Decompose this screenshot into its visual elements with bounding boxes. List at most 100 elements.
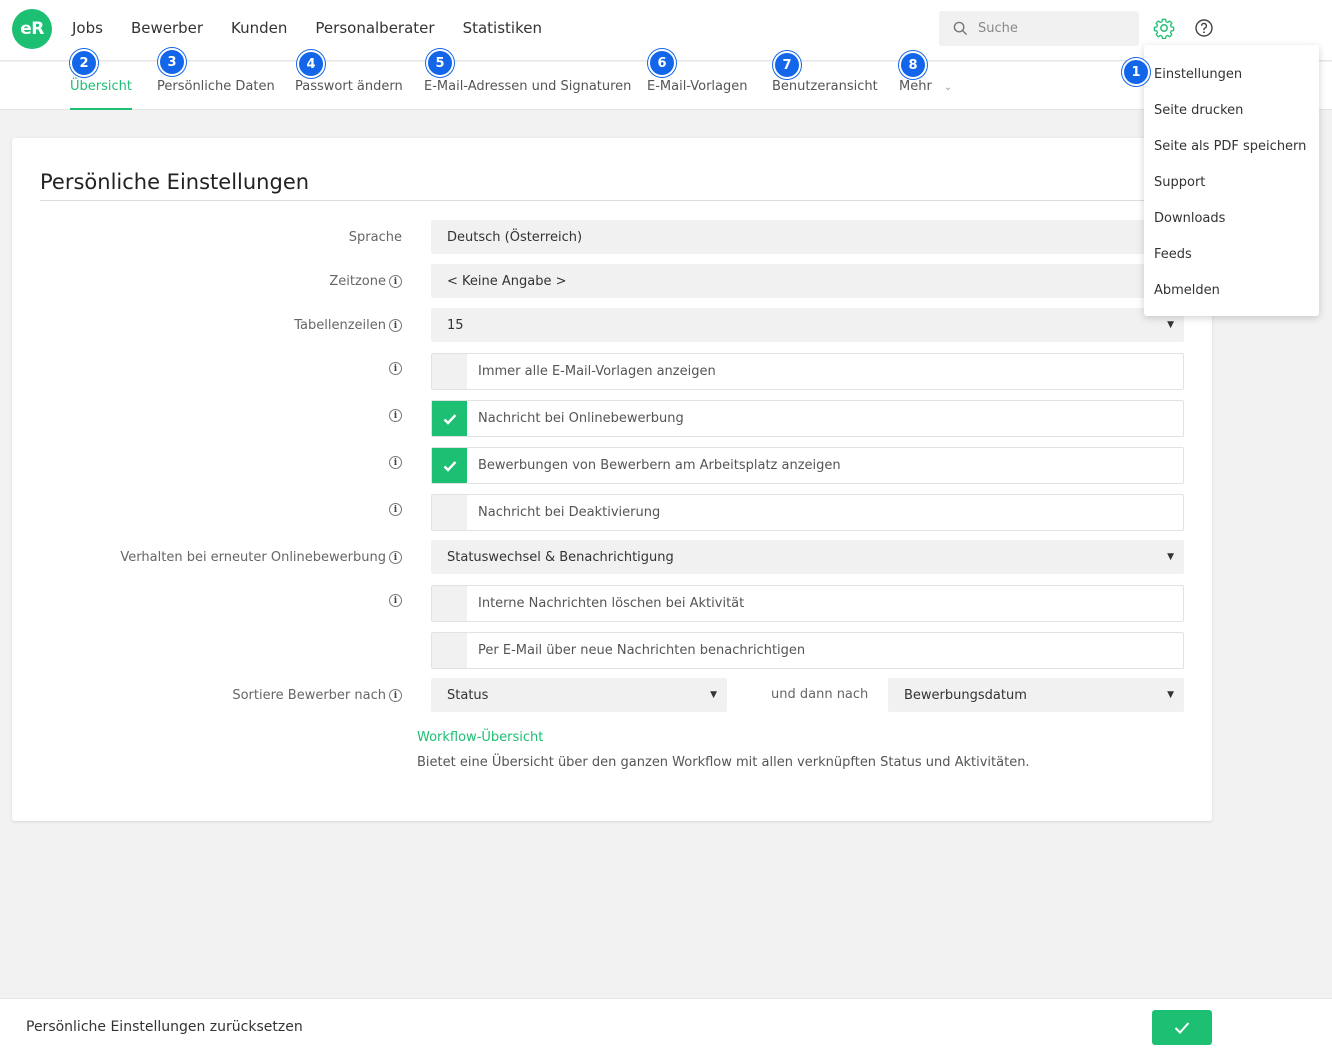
main-nav: Jobs Bewerber Kunden Personalberater Sta… <box>72 19 570 37</box>
checkbox-show-workplace-applications[interactable]: Bewerbungen von Bewerbern am Arbeitsplat… <box>431 447 1184 484</box>
tab-uebersicht[interactable]: Übersicht <box>70 79 132 110</box>
checkbox-delete-internal-messages[interactable]: Interne Nachrichten löschen bei Aktivitä… <box>431 585 1184 622</box>
checkbox[interactable] <box>432 586 467 621</box>
nav-personalberater[interactable]: Personalberater <box>315 19 434 37</box>
checkbox-online-application-message[interactable]: Nachricht bei Onlinebewerbung <box>431 400 1184 437</box>
annotation-badge: 7 <box>773 51 801 79</box>
chevron-down-icon: ⌄ <box>943 82 953 93</box>
annotation-badge: 6 <box>648 49 676 77</box>
menu-item-feeds[interactable]: Feeds <box>1154 247 1192 262</box>
language-select[interactable]: Deutsch (Österreich) <box>431 220 1184 254</box>
menu-item-downloads[interactable]: Downloads <box>1154 211 1225 226</box>
checkbox-label: Per E-Mail über neue Nachrichten benachr… <box>478 643 806 658</box>
info-row: i <box>12 592 402 609</box>
nav-jobs[interactable]: Jobs <box>72 19 103 37</box>
checkbox-email-new-messages[interactable]: Per E-Mail über neue Nachrichten benachr… <box>431 632 1184 669</box>
checkbox[interactable] <box>432 633 467 668</box>
workflow-overview-link[interactable]: Workflow-Übersicht <box>417 730 543 745</box>
language-label-text: Sprache <box>348 230 402 245</box>
annotation-badge: 8 <box>899 51 927 79</box>
checkbox[interactable] <box>432 354 467 389</box>
table-rows-label: Tabellenzeilen i <box>12 317 402 334</box>
checkbox[interactable] <box>432 495 467 530</box>
reset-settings-link[interactable]: Persönliche Einstellungen zurücksetzen <box>26 1019 303 1035</box>
tab-mehr-label: Mehr <box>899 79 932 94</box>
page-title: Persönliche Einstellungen <box>40 170 310 194</box>
tab-benutzeransicht[interactable]: Benutzeransicht <box>772 79 878 94</box>
tab-email-adressen[interactable]: E-Mail-Adressen und Signaturen <box>424 79 631 94</box>
reapply-value: Statuswechsel & Benachrichtigung <box>447 549 674 565</box>
divider <box>40 200 1184 201</box>
language-label: Sprache <box>12 229 402 246</box>
nav-kunden[interactable]: Kunden <box>231 19 287 37</box>
menu-item-einstellungen[interactable]: Einstellungen <box>1154 67 1242 82</box>
annotation-badge: 5 <box>426 49 454 77</box>
search-input[interactable]: Suche <box>939 11 1139 46</box>
tab-email-vorlagen[interactable]: E-Mail-Vorlagen <box>647 79 748 94</box>
timezone-label: Zeitzone i <box>12 273 402 290</box>
checkmark-icon <box>1174 1022 1190 1034</box>
menu-item-seite-drucken[interactable]: Seite drucken <box>1154 103 1243 118</box>
reapply-select[interactable]: Statuswechsel & Benachrichtigung ▼ <box>431 540 1184 574</box>
sort-then-label: und dann nach <box>771 687 869 702</box>
reapply-label-text: Verhalten bei erneuter Onlinebewerbung <box>120 550 386 565</box>
reapply-label: Verhalten bei erneuter Onlinebewerbung i <box>12 549 402 566</box>
checkbox-checked[interactable] <box>432 401 467 436</box>
menu-item-support[interactable]: Support <box>1154 175 1205 190</box>
checkbox-label: Nachricht bei Deaktivierung <box>478 505 661 520</box>
info-icon[interactable]: i <box>389 275 402 288</box>
table-rows-select[interactable]: 15 ▼ <box>431 308 1184 342</box>
settings-card: Persönliche Einstellungen Sprache Deutsc… <box>12 138 1212 821</box>
gear-icon[interactable] <box>1153 17 1175 39</box>
sort-first-select[interactable]: Status ▼ <box>431 678 727 712</box>
info-row: i <box>12 454 402 471</box>
info-row: i <box>12 360 402 377</box>
annotation-badge: 4 <box>297 50 325 78</box>
app-logo[interactable]: eR <box>12 9 52 49</box>
settings-menu: Einstellungen Seite drucken Seite als PD… <box>1144 45 1319 316</box>
tab-persoenliche-daten[interactable]: Persönliche Daten <box>157 79 275 94</box>
sort-second-select[interactable]: Bewerbungsdatum ▼ <box>888 678 1184 712</box>
table-rows-label-text: Tabellenzeilen <box>294 318 386 333</box>
checkbox-label: Immer alle E-Mail-Vorlagen anzeigen <box>478 364 716 379</box>
info-icon[interactable]: i <box>389 689 402 702</box>
menu-item-pdf-speichern[interactable]: Seite als PDF speichern <box>1154 139 1306 154</box>
timezone-value: < Keine Angabe > <box>447 273 567 289</box>
info-icon[interactable]: i <box>389 456 402 469</box>
info-icon[interactable]: i <box>389 362 402 375</box>
footer-bar: Persönliche Einstellungen zurücksetzen <box>0 998 1332 1051</box>
info-icon[interactable]: i <box>389 594 402 607</box>
tab-mehr[interactable]: Mehr ⌄ <box>899 79 952 94</box>
help-icon[interactable] <box>1194 18 1214 38</box>
info-row: i <box>12 407 402 424</box>
menu-item-abmelden[interactable]: Abmelden <box>1154 283 1220 298</box>
table-rows-value: 15 <box>447 317 464 333</box>
language-value: Deutsch (Österreich) <box>447 229 583 245</box>
select-arrow-icon: ▼ <box>1167 690 1174 700</box>
info-icon[interactable]: i <box>389 551 402 564</box>
checkbox-deactivation-message[interactable]: Nachricht bei Deaktivierung <box>431 494 1184 531</box>
nav-bewerber[interactable]: Bewerber <box>131 19 203 37</box>
nav-statistiken[interactable]: Statistiken <box>463 19 542 37</box>
info-icon[interactable]: i <box>389 503 402 516</box>
sort-label-text: Sortiere Bewerber nach <box>232 688 386 703</box>
annotation-badge: 2 <box>70 49 98 77</box>
select-arrow-icon: ▼ <box>710 690 717 700</box>
sort-label: Sortiere Bewerber nach i <box>12 687 402 704</box>
checkbox-all-email-templates[interactable]: Immer alle E-Mail-Vorlagen anzeigen <box>431 353 1184 390</box>
tab-passwort-aendern[interactable]: Passwort ändern <box>295 79 403 94</box>
checkbox-label: Bewerbungen von Bewerbern am Arbeitsplat… <box>478 458 841 473</box>
timezone-select[interactable]: < Keine Angabe > <box>431 264 1184 298</box>
select-arrow-icon: ▼ <box>1167 320 1174 330</box>
checkbox-checked[interactable] <box>432 448 467 483</box>
info-row: i <box>12 501 402 518</box>
checkbox-label: Interne Nachrichten löschen bei Aktivitä… <box>478 596 745 611</box>
workflow-description: Bietet eine Übersicht über den ganzen Wo… <box>417 755 1030 770</box>
checkmark-icon <box>443 413 456 425</box>
timezone-label-text: Zeitzone <box>329 274 386 289</box>
save-button[interactable] <box>1152 1010 1212 1045</box>
info-icon[interactable]: i <box>389 409 402 422</box>
annotation-badge: 3 <box>158 48 186 76</box>
checkmark-icon <box>443 460 456 472</box>
info-icon[interactable]: i <box>389 319 402 332</box>
